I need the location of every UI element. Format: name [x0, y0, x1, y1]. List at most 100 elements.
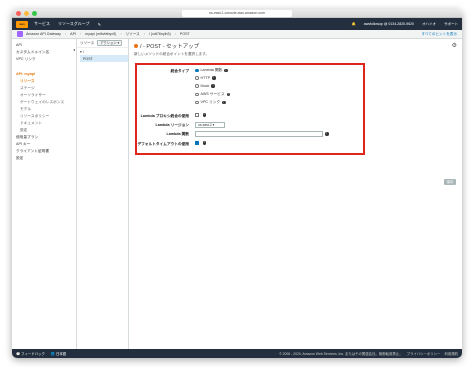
- option-vpc-link-label: VPC リンク: [200, 100, 221, 104]
- save-button[interactable]: 保存: [444, 179, 456, 185]
- option-aws-service[interactable]: AWS サービス i: [195, 92, 231, 97]
- option-aws-service-label: AWS サービス: [200, 92, 225, 96]
- sidebar-item-documentation[interactable]: ドキュメント: [16, 121, 76, 125]
- tree-item-post[interactable]: POST: [80, 55, 128, 62]
- info-icon[interactable]: i: [226, 92, 231, 97]
- sidebar-api-label[interactable]: API: myapi: [16, 72, 76, 76]
- feedback-label: フィードバック: [21, 352, 45, 356]
- title-bar: us-east-1.console.aws.amazon.com: [12, 9, 462, 18]
- lambda-region-value: us-east-2: [198, 123, 212, 127]
- region-menu[interactable]: オハイオ: [422, 22, 436, 27]
- lambda-region-select[interactable]: us-east-2 ▾: [195, 122, 225, 128]
- aws-top-nav: aws サービス リソースグループ ✎ 🔔 awsfollowup @ 0134…: [12, 18, 462, 30]
- radio-aws-service-icon[interactable]: [195, 92, 199, 97]
- breadcrumb-item[interactable]: myapi (mlbvbtbyc5): [85, 32, 116, 36]
- info-icon[interactable]: i: [222, 100, 226, 105]
- info-icon[interactable]: i: [202, 113, 206, 117]
- sidebar-item-settings[interactable]: 設定: [16, 128, 76, 132]
- close-window-button[interactable]: [16, 11, 21, 16]
- actions-button[interactable]: アクション ▾: [97, 40, 123, 46]
- sidebar-item-global-settings[interactable]: 設定: [16, 156, 76, 160]
- option-lambda-label: Lambda 関数: [200, 68, 223, 72]
- sidebar-item-api[interactable]: API: [16, 43, 76, 47]
- option-http-label: HTTP: [200, 76, 211, 80]
- window-controls: [16, 11, 37, 16]
- breadcrumb-item[interactable]: API: [70, 32, 76, 36]
- terms-link[interactable]: 利用規約: [444, 351, 458, 356]
- settings-icon[interactable]: ⚙: [452, 42, 457, 49]
- lambda-function-input[interactable]: [195, 131, 323, 137]
- sidebar-item-stages[interactable]: ステージ: [16, 86, 76, 90]
- lambda-function-row: i: [195, 131, 329, 137]
- info-icon[interactable]: i: [325, 132, 329, 136]
- bell-icon[interactable]: 🔔: [351, 22, 355, 26]
- sidebar-item-api-keys[interactable]: API キー: [16, 142, 76, 146]
- option-http[interactable]: HTTP i: [195, 76, 216, 80]
- page-subtitle: 新しいメソッドの統合ポイントを選択します。: [134, 52, 210, 56]
- sidebar-item-custom-domains[interactable]: カスタムドメイン名: [16, 50, 76, 54]
- minimize-window-button[interactable]: [24, 11, 29, 16]
- aws-logo[interactable]: aws: [16, 20, 28, 28]
- sidebar-item-resource-policy[interactable]: リソースポリシー: [16, 114, 76, 118]
- breadcrumb-item[interactable]: リソース: [126, 32, 140, 37]
- lambda-proxy-checkbox[interactable]: [195, 113, 199, 117]
- sidebar-item-gateway-responses[interactable]: ゲートウェイのレスポンス: [16, 100, 76, 104]
- sidebar-item-usage-plans[interactable]: 使用量プラン: [16, 135, 76, 139]
- lambda-function-label: Lambda 関数: [166, 132, 189, 136]
- sidebar-item-vpc-links[interactable]: VPC リンク: [16, 57, 76, 61]
- address-bar[interactable]: us-east-1.console.aws.amazon.com: [182, 10, 292, 17]
- radio-http-icon[interactable]: [195, 76, 199, 80]
- breadcrumb-separator: ›: [143, 32, 145, 36]
- collapse-sidebar-icon[interactable]: ◂: [73, 47, 75, 52]
- page-title: / - POST - セットアップ: [134, 42, 457, 50]
- radio-vpc-link-icon[interactable]: [195, 100, 199, 105]
- radio-lambda-icon[interactable]: [195, 68, 199, 73]
- integration-form-highlight: 統合タイプ Lambda 関数 i HTTP i Mock i AWS サービス…: [135, 63, 365, 155]
- lambda-proxy-checkbox-row: i: [195, 113, 206, 117]
- account-menu[interactable]: awsfollowup @ 0134-2820-9620: [364, 22, 414, 26]
- main-area: API カスタムドメイン名 VPC リンク API: myapi リソース ステ…: [12, 39, 462, 349]
- option-mock[interactable]: Mock i: [195, 84, 215, 88]
- privacy-link[interactable]: プライバシーポリシー: [407, 351, 441, 356]
- sidebar-item-resources[interactable]: リソース: [16, 79, 76, 83]
- support-menu[interactable]: サポート: [444, 22, 458, 27]
- services-menu[interactable]: サービス: [34, 21, 50, 27]
- breadcrumb-item: POST: [179, 32, 190, 36]
- zoom-window-button[interactable]: [32, 11, 37, 16]
- default-timeout-row: i: [195, 141, 206, 145]
- tree-item-root[interactable]: ▾ /: [77, 48, 128, 55]
- breadcrumb-separator: ›: [79, 32, 82, 36]
- info-icon[interactable]: i: [224, 68, 228, 73]
- show-all-hints-link[interactable]: すべてのヒントを表示: [421, 32, 457, 37]
- default-timeout-label: デフォルトタイムアウトの使用: [137, 142, 189, 146]
- breadcrumb-service[interactable]: Amazon API Gateway: [26, 32, 61, 36]
- resource-tree: リソース アクション ▾ ▾ / POST: [77, 39, 129, 349]
- option-lambda[interactable]: Lambda 関数 i: [195, 68, 228, 73]
- nav-right: 🔔 awsfollowup @ 0134-2820-9620 オハイオ サポート: [351, 18, 458, 30]
- sidebar-item-client-certificates[interactable]: クライアント証明書: [16, 149, 76, 153]
- default-timeout-checkbox[interactable]: [195, 141, 199, 145]
- method-status-icon: [134, 44, 138, 48]
- sidebar-item-authorizers[interactable]: オーソライザー: [16, 93, 76, 97]
- sidebar-item-models[interactable]: モデル: [16, 107, 76, 111]
- feedback-link[interactable]: 💬 フィードバック: [16, 351, 45, 356]
- breadcrumb-separator: ›: [120, 32, 122, 36]
- resource-groups-menu[interactable]: リソースグループ: [58, 21, 90, 27]
- lambda-region-label: Lambda リージョン: [155, 123, 189, 127]
- info-icon[interactable]: i: [211, 84, 215, 88]
- actions-label: アクション: [100, 41, 117, 45]
- info-icon[interactable]: i: [212, 76, 216, 80]
- breadcrumb-separator: ›: [64, 32, 67, 36]
- language-selector[interactable]: 🌐 日本語: [51, 351, 66, 356]
- resource-tree-header: リソース アクション ▾: [77, 39, 128, 48]
- pin-icon[interactable]: ✎: [98, 22, 101, 27]
- radio-mock-icon[interactable]: [195, 84, 199, 88]
- breadcrumb-item[interactable]: / (vdt76nyih3): [149, 32, 171, 36]
- option-vpc-link[interactable]: VPC リンク i: [195, 100, 226, 105]
- method-setup-panel: / - POST - セットアップ 新しいメソッドの統合ポイントを選択します。 …: [129, 39, 462, 349]
- breadcrumb-separator: ›: [174, 32, 176, 36]
- integration-type-label: 統合タイプ: [170, 69, 189, 73]
- info-icon[interactable]: i: [202, 141, 206, 145]
- resource-tree-title: リソース: [80, 40, 95, 45]
